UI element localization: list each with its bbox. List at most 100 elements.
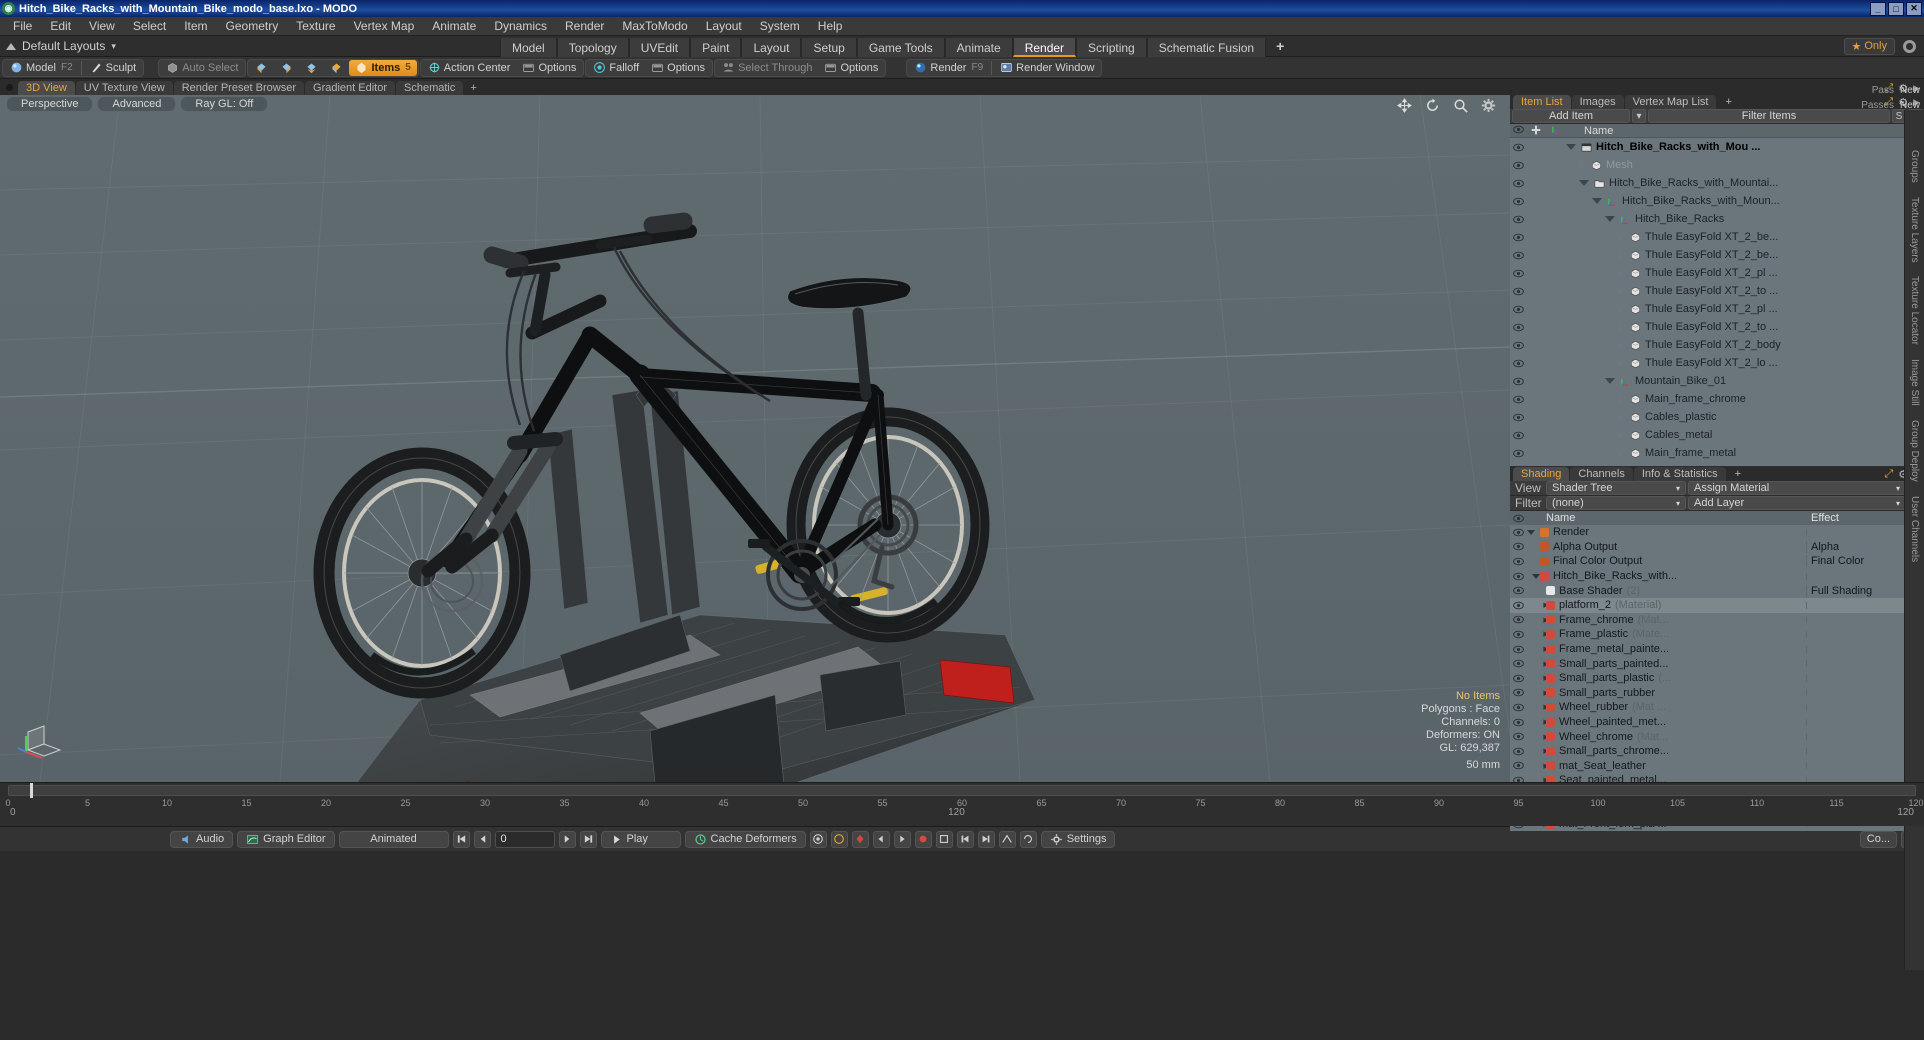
item-tree-row[interactable]: Thule EasyFold XT_2_lo ... (1510, 354, 1924, 372)
audio-button[interactable]: Audio (170, 830, 234, 848)
visibility-toggle-icon[interactable] (1510, 542, 1526, 551)
visibility-toggle-icon[interactable] (1510, 703, 1526, 712)
graph-editor-button[interactable]: Graph Editor (237, 830, 335, 848)
item-tree-row[interactable]: Thule EasyFold XT_2_be... (1510, 228, 1924, 246)
visibility-toggle-icon[interactable] (1510, 615, 1526, 624)
shader-view-dropdown[interactable]: Shader Tree ▾ (1546, 481, 1686, 495)
item-tree-row[interactable]: Cables_metal (1510, 426, 1924, 444)
item-panel-tab-images[interactable]: Images (1571, 95, 1624, 109)
visibility-toggle-icon[interactable] (1510, 630, 1526, 639)
menu-item-item[interactable]: Item (175, 17, 216, 35)
material-icon[interactable] (324, 60, 349, 76)
item-tree-row[interactable]: Hitch_Bike_Racks_with_Mou ... (1510, 138, 1924, 156)
step-forward-icon[interactable] (558, 830, 576, 848)
menu-item-render[interactable]: Render (556, 17, 613, 35)
minimize-button[interactable]: _ (1870, 1, 1886, 16)
layout-tab-animate[interactable]: Animate (944, 37, 1013, 57)
skip-forward-icon[interactable] (579, 830, 597, 848)
key-next-icon[interactable] (893, 830, 911, 848)
viewport-tab-schematic[interactable]: Schematic (396, 81, 464, 95)
maximize-button[interactable]: □ (1888, 1, 1904, 16)
pass-value[interactable]: New (1900, 85, 1920, 96)
view-mode-button[interactable]: Perspective (6, 96, 94, 112)
item-tree-row[interactable]: Thule EasyFold XT_2_pl ... (1510, 264, 1924, 282)
layout-tab-layout[interactable]: Layout (741, 37, 802, 57)
layout-tab-model[interactable]: Model (500, 37, 557, 57)
play-button[interactable]: Play (600, 830, 681, 848)
visibility-toggle-icon[interactable] (1510, 674, 1526, 683)
layout-tab-topology[interactable]: Topology (556, 37, 629, 57)
shader-panel-tab-shading[interactable]: Shading (1513, 467, 1570, 481)
panel-menu-dot-icon[interactable] (6, 84, 13, 91)
timeline-playhead[interactable] (30, 783, 33, 798)
layout-tab-paint[interactable]: Paint (690, 37, 742, 57)
window-controls[interactable]: _ □ ✕ (1870, 1, 1922, 16)
shader-tree-row[interactable]: ▶Small_parts_painted...▼ (1510, 656, 1924, 671)
twirl-down-icon[interactable] (1579, 180, 1589, 186)
shader-twirl[interactable]: ▶ (1526, 703, 1548, 711)
vertical-tab-group-deploy[interactable]: Group Deploy (1909, 420, 1920, 482)
falloff-button[interactable]: Falloff (587, 60, 645, 76)
visibility-toggle-icon[interactable] (1510, 601, 1526, 610)
timeline-ruler[interactable]: 0 5 10 15 20 25 30 35 40 45 50 55 60 65 70 75 80 85 90 95 10… (5, 783, 1924, 809)
shader-tree-row[interactable]: ▶Frame_plastic(Mate...▼ (1510, 627, 1924, 642)
visibility-toggle-icon[interactable] (1510, 645, 1526, 654)
item-tree-row[interactable]: Hitch_Bike_Racks_with_Mountai... (1510, 174, 1924, 192)
visibility-toggle-icon[interactable] (1510, 341, 1526, 350)
shader-twirl[interactable]: ▶ (1526, 762, 1548, 770)
menu-item-help[interactable]: Help (809, 17, 852, 35)
menu-item-maxtomodo[interactable]: MaxToModo (613, 17, 696, 35)
item-tree-row[interactable]: Mountain_Bike_01 (1510, 372, 1924, 390)
menu-item-layout[interactable]: Layout (697, 17, 751, 35)
twirl-down-icon[interactable] (1592, 198, 1602, 204)
shader-twirl[interactable] (1526, 529, 1540, 535)
viewport-tab-uv-texture-view[interactable]: UV Texture View (75, 81, 173, 95)
zoom-icon[interactable] (1453, 98, 1468, 113)
menu-item-vertex-map[interactable]: Vertex Map (345, 17, 424, 35)
skip-back-icon[interactable] (452, 830, 470, 848)
item-tree-row[interactable]: Hitch_Bike_Racks (1510, 210, 1924, 228)
shader-twirl[interactable]: ▶ (1526, 660, 1548, 668)
visibility-toggle-icon[interactable] (1510, 359, 1526, 368)
step-back-icon[interactable] (473, 830, 491, 848)
item-tree-body[interactable]: Hitch_Bike_Racks_with_Mou ... Mesh Hitch_B… (1510, 138, 1924, 466)
raygl-button[interactable]: Ray GL: Off (180, 96, 269, 112)
shader-tree-row[interactable]: ▶Wheel_rubber(Mat ...▼ (1510, 700, 1924, 715)
range-start-icon[interactable] (956, 830, 974, 848)
twirl-down-icon[interactable] (1532, 573, 1540, 579)
item-tree-row[interactable]: Thule EasyFold XT_2_be... (1510, 246, 1924, 264)
rotate-icon[interactable] (1425, 98, 1440, 113)
item-tree-row[interactable]: Main_frame_metal (1510, 444, 1924, 462)
twirl-down-icon[interactable] (1605, 378, 1615, 384)
menu-item-system[interactable]: System (751, 17, 809, 35)
visibility-toggle-icon[interactable] (1510, 197, 1526, 206)
animated-dropdown[interactable]: Animated (338, 830, 449, 848)
visibility-toggle-icon[interactable] (1510, 586, 1526, 595)
vertical-tab-user-channels[interactable]: User Channels (1909, 496, 1920, 562)
twirl-down-icon[interactable] (1566, 144, 1576, 150)
axis-gizmo[interactable] (17, 716, 72, 760)
menu-item-animate[interactable]: Animate (423, 17, 485, 35)
item-tree-row[interactable]: Mesh (1510, 156, 1924, 174)
timeline-track[interactable] (8, 785, 1916, 796)
key-channel-icon[interactable] (830, 830, 848, 848)
menu-item-texture[interactable]: Texture (287, 17, 344, 35)
item-tree-row[interactable]: Cables_plastic (1510, 408, 1924, 426)
visibility-toggle-icon[interactable] (1510, 557, 1526, 566)
default-layouts-dropdown[interactable]: Default Layouts (22, 39, 105, 53)
visibility-toggle-icon[interactable] (1510, 572, 1526, 581)
menu-item-edit[interactable]: Edit (41, 17, 80, 35)
visibility-toggle-icon[interactable] (1510, 413, 1526, 422)
item-tree-row[interactable]: Thule EasyFold XT_2_pl ... (1510, 300, 1924, 318)
layout-tab-uvedit[interactable]: UVEdit (628, 37, 691, 57)
visibility-toggle-icon[interactable] (1510, 528, 1526, 537)
shading-mode-button[interactable]: Advanced (97, 96, 177, 112)
item-tree-row[interactable]: Thule EasyFold XT_2_to ... (1510, 282, 1924, 300)
shader-tree-row[interactable]: Hitch_Bike_Racks_with...▼ (1510, 569, 1924, 584)
item-panel-tab-item-list[interactable]: Item List (1513, 95, 1571, 109)
menu-item-view[interactable]: View (80, 17, 124, 35)
shader-tree-row[interactable]: ▶Frame_chrome(Mat...▼ (1510, 613, 1924, 628)
visibility-toggle-icon[interactable] (1510, 431, 1526, 440)
autokey-icon[interactable] (851, 830, 869, 848)
chevron-down-icon[interactable]: ▾ (111, 41, 116, 52)
